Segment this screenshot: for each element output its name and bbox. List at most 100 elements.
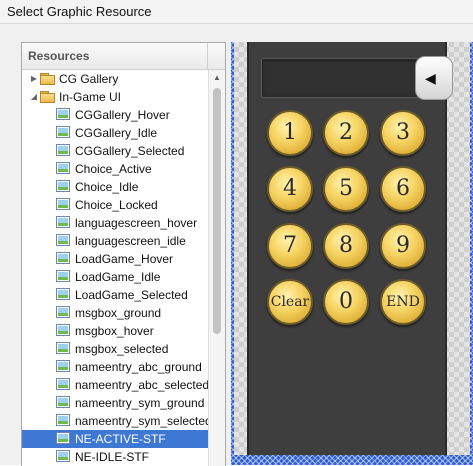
tree-item[interactable]: CGGallery_Hover	[22, 106, 208, 124]
image-file-icon	[56, 378, 70, 390]
resources-tree: ▶ CG Gallery ◢ In-Game UI CGGallery_Hover CGG…	[22, 70, 212, 466]
scroll-up-arrow-icon[interactable]: ▲	[213, 73, 221, 82]
keypad-key-label: 0	[339, 289, 353, 314]
tree-item[interactable]: CGGallery_Selected	[22, 142, 208, 160]
keypad-key-9: 9	[380, 223, 426, 269]
backspace-button: ◀	[415, 56, 453, 100]
image-file-icon	[56, 180, 70, 192]
image-file-icon	[56, 252, 70, 264]
keypad-key-label: 5	[339, 176, 353, 201]
tree-item-label: CGGallery_Selected	[75, 144, 185, 158]
image-file-icon	[56, 126, 70, 138]
keypad-key-0: 0	[323, 279, 369, 325]
keypad-key-3: 3	[380, 110, 426, 156]
collapse-arrow-icon[interactable]: ◢	[29, 88, 39, 106]
image-file-icon	[56, 324, 70, 336]
tree-item[interactable]: LoadGame_Idle	[22, 268, 208, 286]
tree-item[interactable]: languagescreen_idle	[22, 232, 208, 250]
keypad-key-4: 4	[267, 166, 313, 212]
tree-item-label: nameentry_abc_selected	[75, 378, 210, 392]
tree-item[interactable]: languagescreen_hover	[22, 214, 208, 232]
image-file-icon	[56, 270, 70, 282]
tree-item[interactable]: Choice_Active	[22, 160, 208, 178]
resources-header: Resources	[22, 43, 225, 70]
tree-item[interactable]: msgbox_selected	[22, 340, 208, 358]
tree-item-label: LoadGame_Selected	[75, 288, 188, 302]
keypad-image: ◀ 1 2 3 4 5 6 7 8 9 Clear 0 END	[247, 42, 453, 455]
tree-item-label: NE-IDLE-STF	[75, 450, 150, 464]
tree-item-label: CGGallery_Idle	[75, 126, 158, 140]
keypad-key-8: 8	[323, 223, 369, 269]
expand-arrow-icon[interactable]: ▶	[29, 70, 39, 88]
tree-item-label: CG Gallery	[59, 72, 119, 86]
tree-item[interactable]: nameentry_abc_selected	[22, 376, 210, 394]
tree-item-label: Choice_Locked	[75, 198, 158, 212]
image-file-icon	[56, 162, 70, 174]
image-file-icon	[56, 306, 70, 318]
keypad-key-6: 6	[380, 166, 426, 212]
tree-scrollbar[interactable]: ▲	[208, 70, 225, 466]
tree-item-label: In-Game UI	[59, 90, 122, 104]
image-file-icon	[56, 198, 70, 210]
keypad-display	[261, 58, 419, 98]
tree-item-label: msgbox_ground	[75, 306, 162, 320]
tree-item[interactable]: Choice_Idle	[22, 178, 208, 196]
folder-icon	[40, 91, 55, 103]
tree-folder[interactable]: ▶ CG Gallery	[22, 70, 208, 88]
scrollbar-thumb[interactable]	[213, 88, 221, 334]
resources-header-label: Resources	[28, 49, 90, 63]
image-file-icon	[56, 360, 70, 372]
image-file-icon	[56, 414, 70, 426]
keypad-key-1: 1	[267, 110, 313, 156]
keypad-key-5: 5	[323, 166, 369, 212]
keypad-key-label: END	[386, 294, 420, 310]
tree-item-label: nameentry_abc_ground	[75, 360, 202, 374]
tree-item-label: languagescreen_hover	[75, 216, 198, 230]
tree-item[interactable]: nameentry_sym_ground	[22, 394, 208, 412]
image-file-icon	[56, 108, 70, 120]
resources-panel: Resources ▶ CG Gallery ◢ In-Game UI CGGaller…	[21, 42, 226, 466]
tree-item-label: nameentry_sym_ground	[75, 396, 205, 410]
tree-item[interactable]: LoadGame_Hover	[22, 250, 208, 268]
keypad-key-label: 3	[396, 120, 410, 145]
tree-item[interactable]: LoadGame_Selected	[22, 286, 208, 304]
keypad-key-label: 4	[283, 176, 297, 201]
tree-item[interactable]: NE-IDLE-STF	[22, 448, 208, 466]
image-file-icon	[56, 342, 70, 354]
tree-item-label: msgbox_hover	[75, 324, 154, 338]
tree-item-label: Choice_Active	[75, 162, 152, 176]
keypad-key-label: 2	[339, 120, 353, 145]
keypad-key-label: Clear	[270, 294, 310, 310]
tree-item[interactable]: nameentry_abc_ground	[22, 358, 208, 376]
keypad-key-label: 1	[283, 120, 297, 145]
tree-item-label: NE-ACTIVE-STF	[75, 432, 166, 446]
image-file-icon	[56, 432, 70, 444]
tree-folder[interactable]: ◢ In-Game UI	[22, 88, 208, 106]
tree-item-label: LoadGame_Idle	[75, 270, 161, 284]
tree-item[interactable]: NE-ACTIVE-STF	[22, 430, 208, 448]
keypad-key-clear: Clear	[267, 279, 313, 325]
image-file-icon	[56, 216, 70, 228]
image-file-icon	[56, 144, 70, 156]
keypad-key-end: END	[380, 279, 426, 325]
tree-item[interactable]: msgbox_ground	[22, 304, 208, 322]
keypad-key-label: 6	[396, 176, 410, 201]
image-file-icon	[56, 450, 70, 462]
keypad-key-label: 7	[283, 233, 297, 258]
window-title-bar: Select Graphic Resource	[0, 0, 473, 24]
image-file-icon	[56, 288, 70, 300]
tree-item-label: languagescreen_idle	[75, 234, 186, 248]
resource-preview: ◀ 1 2 3 4 5 6 7 8 9 Clear 0 END	[231, 42, 473, 465]
keypad-key-7: 7	[267, 223, 313, 269]
tree-item[interactable]: msgbox_hover	[22, 322, 208, 340]
folder-icon	[40, 73, 55, 85]
window-title: Select Graphic Resource	[7, 4, 152, 19]
keypad-key-2: 2	[323, 110, 369, 156]
keypad-key-label: 8	[339, 233, 353, 258]
tree-item-label: Choice_Idle	[75, 180, 139, 194]
tree-item-label: msgbox_selected	[75, 342, 169, 356]
tree-item[interactable]: Choice_Locked	[22, 196, 208, 214]
tree-item[interactable]: nameentry_sym_selected	[22, 412, 212, 430]
tree-item-label: CGGallery_Hover	[75, 108, 170, 122]
tree-item[interactable]: CGGallery_Idle	[22, 124, 208, 142]
